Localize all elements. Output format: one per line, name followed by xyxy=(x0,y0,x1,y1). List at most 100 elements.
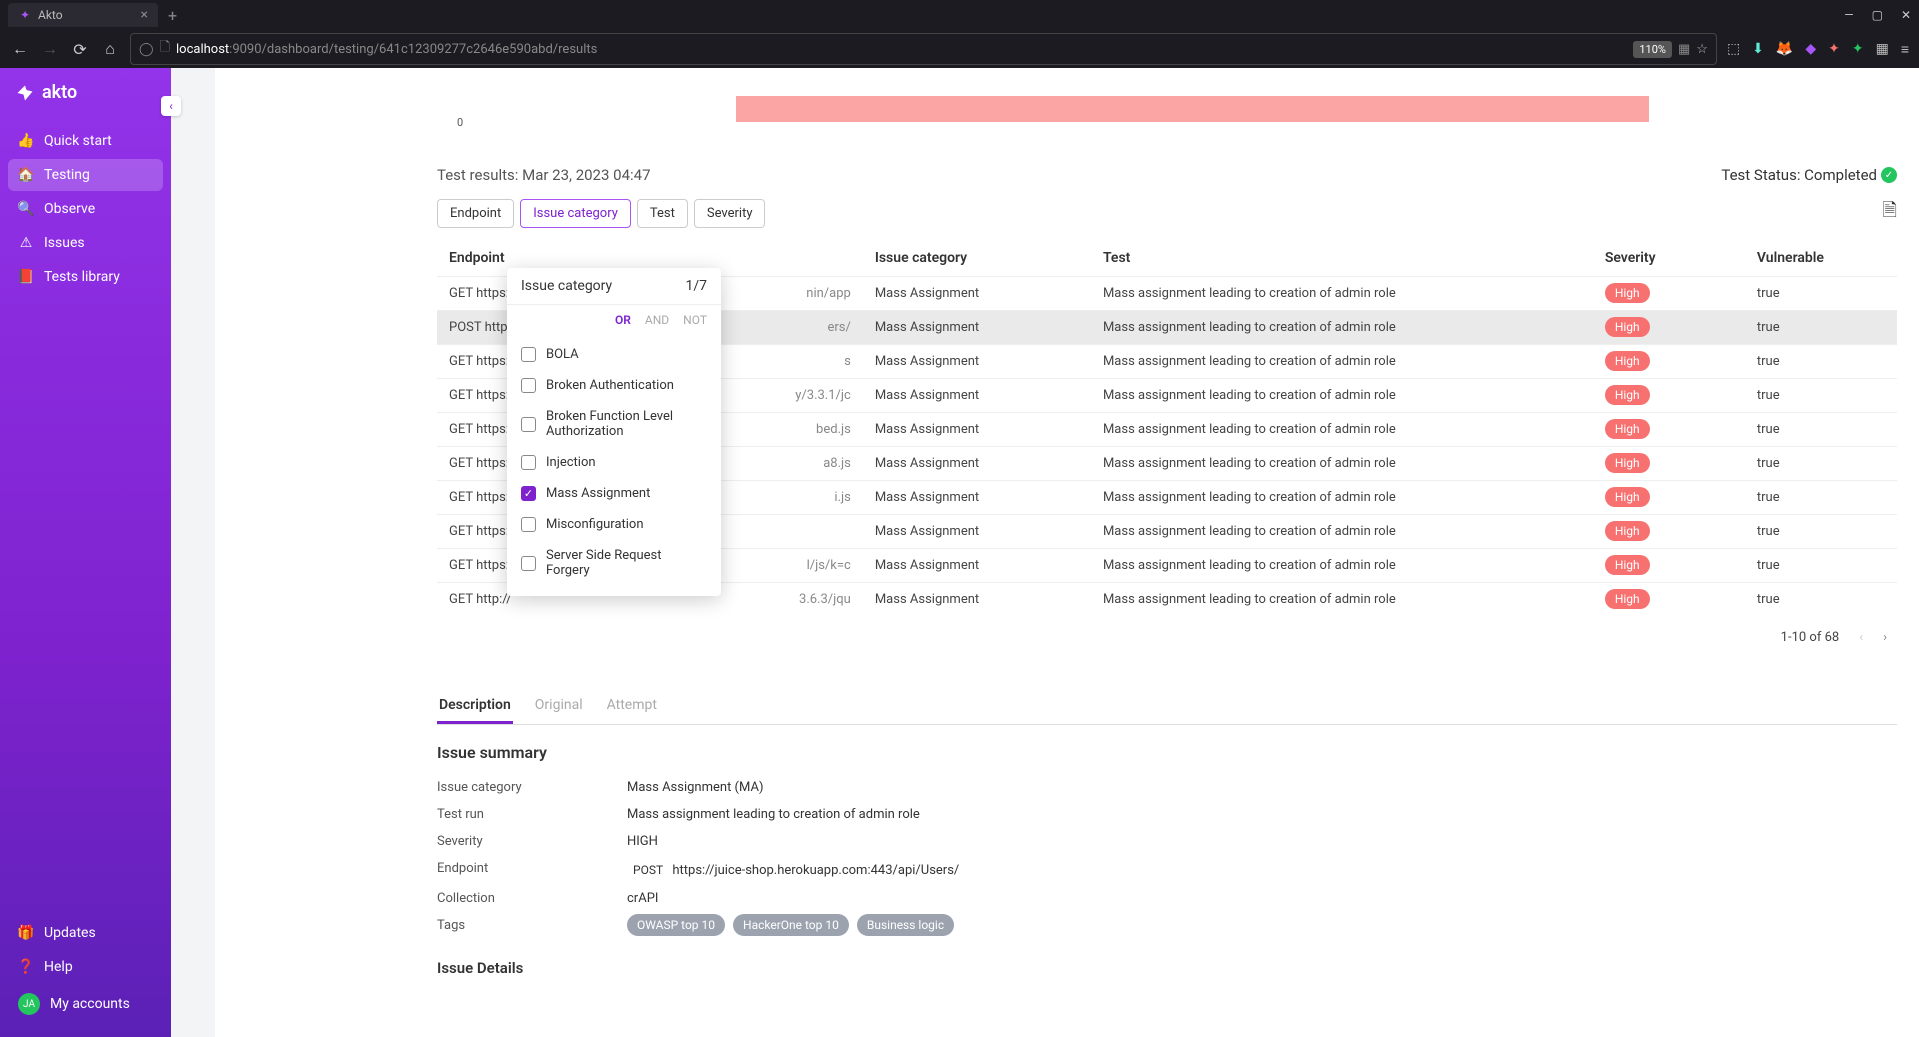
cell-test: Mass assignment leading to creation of a… xyxy=(1091,311,1593,345)
logic-and[interactable]: AND xyxy=(645,313,669,327)
reader-icon[interactable]: ▦ xyxy=(1678,42,1690,57)
dropdown-option[interactable]: ✓Mass Assignment xyxy=(507,478,721,509)
label-test-run: Test run xyxy=(437,807,627,822)
cell-vulnerable: true xyxy=(1745,481,1897,515)
cell-test: Mass assignment leading to creation of a… xyxy=(1091,447,1593,481)
url-text: localhost:9090/dashboard/testing/641c123… xyxy=(176,42,1627,57)
nav-label: Tests library xyxy=(44,269,120,285)
tag-pill[interactable]: HackerOne top 10 xyxy=(733,914,849,936)
option-label: BOLA xyxy=(546,347,579,362)
forward-button[interactable]: → xyxy=(40,39,60,59)
filter-severity[interactable]: Severity xyxy=(694,199,766,228)
sidebar-item-updates[interactable]: 🎁 Updates xyxy=(8,917,163,949)
col-vulnerable[interactable]: Vulnerable xyxy=(1745,240,1897,277)
logic-not[interactable]: NOT xyxy=(683,313,707,327)
extension-icon-2[interactable]: ◆ xyxy=(1805,41,1816,57)
pocket-icon[interactable]: ⬚ xyxy=(1727,41,1740,57)
col-test[interactable]: Test xyxy=(1091,240,1593,277)
page-prev-button[interactable]: ‹ xyxy=(1859,630,1863,645)
detail-tabs: Description Original Attempt xyxy=(437,689,1897,725)
tab-attempt[interactable]: Attempt xyxy=(605,689,659,724)
collapse-sidebar-button[interactable]: ‹ xyxy=(161,96,181,116)
checkbox-icon[interactable] xyxy=(521,556,536,571)
download-csv-icon[interactable]: 🗎 xyxy=(1883,198,1897,228)
label-severity: Severity xyxy=(437,834,627,849)
gift-icon: 🎁 xyxy=(18,925,34,941)
sidebar-item-issues[interactable]: ⚠ Issues xyxy=(8,227,163,259)
cell-vulnerable: true xyxy=(1745,379,1897,413)
sidebar-item-help[interactable]: ❓ Help xyxy=(8,951,163,983)
tab-title: Akto xyxy=(38,8,135,22)
issue-summary-heading: Issue summary xyxy=(437,743,1897,762)
dropdown-option[interactable]: Broken Function Level Authorization xyxy=(507,401,721,447)
cell-category: Mass Assignment xyxy=(863,413,1091,447)
avatar: JA xyxy=(18,993,40,1015)
nav-label: My accounts xyxy=(50,996,130,1012)
pagination-text: 1-10 of 68 xyxy=(1781,630,1840,645)
logic-or[interactable]: OR xyxy=(615,313,631,327)
checkbox-icon[interactable]: ✓ xyxy=(521,486,536,501)
lock-icon[interactable]: 🗋 xyxy=(160,38,170,60)
tab-description[interactable]: Description xyxy=(437,689,513,724)
page-next-button[interactable]: › xyxy=(1883,630,1887,645)
cell-severity: High xyxy=(1593,549,1745,583)
sidebar-item-tests-library[interactable]: 📕 Tests library xyxy=(8,261,163,293)
col-severity[interactable]: Severity xyxy=(1593,240,1745,277)
cell-category: Mass Assignment xyxy=(863,447,1091,481)
cell-test: Mass assignment leading to creation of a… xyxy=(1091,583,1593,617)
checkbox-icon[interactable] xyxy=(521,455,536,470)
warning-icon: ⚠ xyxy=(18,235,34,251)
filter-issue-category[interactable]: Issue category xyxy=(520,199,631,228)
downloads-icon[interactable]: ⬇ xyxy=(1752,41,1764,57)
cell-test: Mass assignment leading to creation of a… xyxy=(1091,379,1593,413)
filter-endpoint[interactable]: Endpoint xyxy=(437,199,514,228)
browser-tab[interactable]: ✦ Akto × xyxy=(8,3,158,27)
help-icon: ❓ xyxy=(18,959,34,975)
home-button[interactable]: ⌂ xyxy=(100,39,120,59)
checkbox-icon[interactable] xyxy=(521,517,536,532)
new-tab-button[interactable]: + xyxy=(168,6,177,25)
shield-icon[interactable]: ◯ xyxy=(139,42,154,57)
nav-label: Observe xyxy=(44,201,95,217)
dropdown-option[interactable]: Broken Authentication xyxy=(507,370,721,401)
nav-label: Testing xyxy=(44,167,90,183)
nav-label: Updates xyxy=(44,925,96,941)
menu-icon[interactable]: ≡ xyxy=(1901,41,1909,58)
tag-pill[interactable]: Business logic xyxy=(857,914,954,936)
dropdown-option[interactable]: Misconfiguration xyxy=(507,509,721,540)
minimize-button[interactable]: — xyxy=(1844,8,1853,22)
filter-test[interactable]: Test xyxy=(637,199,688,228)
option-label: Broken Function Level Authorization xyxy=(546,409,707,439)
cell-severity: High xyxy=(1593,447,1745,481)
tab-close-icon[interactable]: × xyxy=(141,7,148,23)
dropdown-option[interactable]: BOLA xyxy=(507,339,721,370)
checkbox-icon[interactable] xyxy=(521,347,536,362)
col-category[interactable]: Issue category xyxy=(863,240,1091,277)
extension-icon-3[interactable]: ✦ xyxy=(1828,41,1840,57)
cell-severity: High xyxy=(1593,413,1745,447)
close-window-button[interactable]: ✕ xyxy=(1901,8,1911,22)
zoom-badge[interactable]: 110% xyxy=(1633,41,1672,58)
cell-vulnerable: true xyxy=(1745,515,1897,549)
tag-pill[interactable]: OWASP top 10 xyxy=(627,914,725,936)
test-status: Test Status: Completed ✓ xyxy=(1721,166,1897,184)
checkbox-icon[interactable] xyxy=(521,378,536,393)
sidebar-item-observe[interactable]: 🔍 Observe xyxy=(8,193,163,225)
dropdown-option[interactable]: Server Side Request Forgery xyxy=(507,540,721,586)
reload-button[interactable]: ⟳ xyxy=(70,40,90,59)
sidebar-item-my-accounts[interactable]: JA My accounts xyxy=(8,985,163,1023)
sidebar: akto ‹ 👍 Quick start 🏠 Testing 🔍 Observe… xyxy=(0,68,171,1037)
dropdown-option[interactable]: Injection xyxy=(507,447,721,478)
checkbox-icon[interactable] xyxy=(521,417,536,432)
bookmark-star-icon[interactable]: ☆ xyxy=(1696,42,1708,57)
extensions-icon[interactable]: ▦ xyxy=(1876,41,1889,57)
logo[interactable]: akto xyxy=(0,68,171,117)
url-bar[interactable]: ◯ 🗋 localhost:9090/dashboard/testing/641… xyxy=(130,33,1717,65)
tab-original[interactable]: Original xyxy=(533,689,585,724)
extension-icon-4[interactable]: ✦ xyxy=(1852,41,1864,57)
back-button[interactable]: ← xyxy=(10,39,30,59)
sidebar-item-quick-start[interactable]: 👍 Quick start xyxy=(8,125,163,157)
sidebar-item-testing[interactable]: 🏠 Testing xyxy=(8,159,163,191)
maximize-button[interactable]: ▢ xyxy=(1872,8,1883,22)
extension-icon-1[interactable]: 🦊 xyxy=(1776,41,1793,57)
